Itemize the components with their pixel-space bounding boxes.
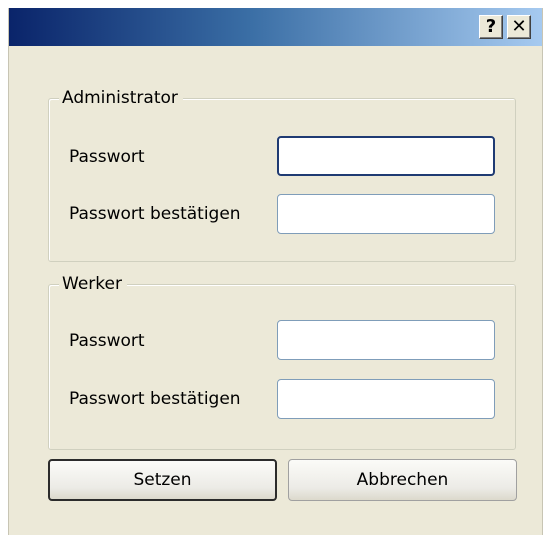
worker-group-legend: Werker [59, 273, 127, 295]
cancel-button[interactable]: Abbrechen [288, 459, 517, 501]
admin-confirm-password-field[interactable] [277, 194, 495, 234]
worker-confirm-password-label: Passwort bestätigen [69, 389, 241, 409]
admin-password-field[interactable] [277, 136, 495, 176]
administrator-group-legend: Administrator [59, 87, 183, 109]
close-button[interactable]: ✕ [507, 15, 531, 39]
admin-password-label: Passwort [69, 147, 145, 167]
password-dialog: ? ✕ Administrator Passwort Passwort best… [8, 8, 543, 535]
set-button[interactable]: Setzen [48, 459, 277, 501]
worker-confirm-password-field[interactable] [277, 379, 495, 419]
question-mark-icon: ? [485, 16, 497, 37]
administrator-group: Administrator Passwort Passwort bestätig… [48, 87, 516, 262]
admin-confirm-password-label: Passwort bestätigen [69, 204, 241, 224]
worker-password-label: Passwort [69, 331, 145, 351]
worker-group: Werker Passwort Passwort bestätigen [48, 273, 516, 450]
title-bar[interactable]: ? ✕ [9, 8, 542, 46]
help-button[interactable]: ? [479, 15, 503, 39]
close-icon: ✕ [511, 16, 527, 37]
worker-password-field[interactable] [277, 320, 495, 360]
